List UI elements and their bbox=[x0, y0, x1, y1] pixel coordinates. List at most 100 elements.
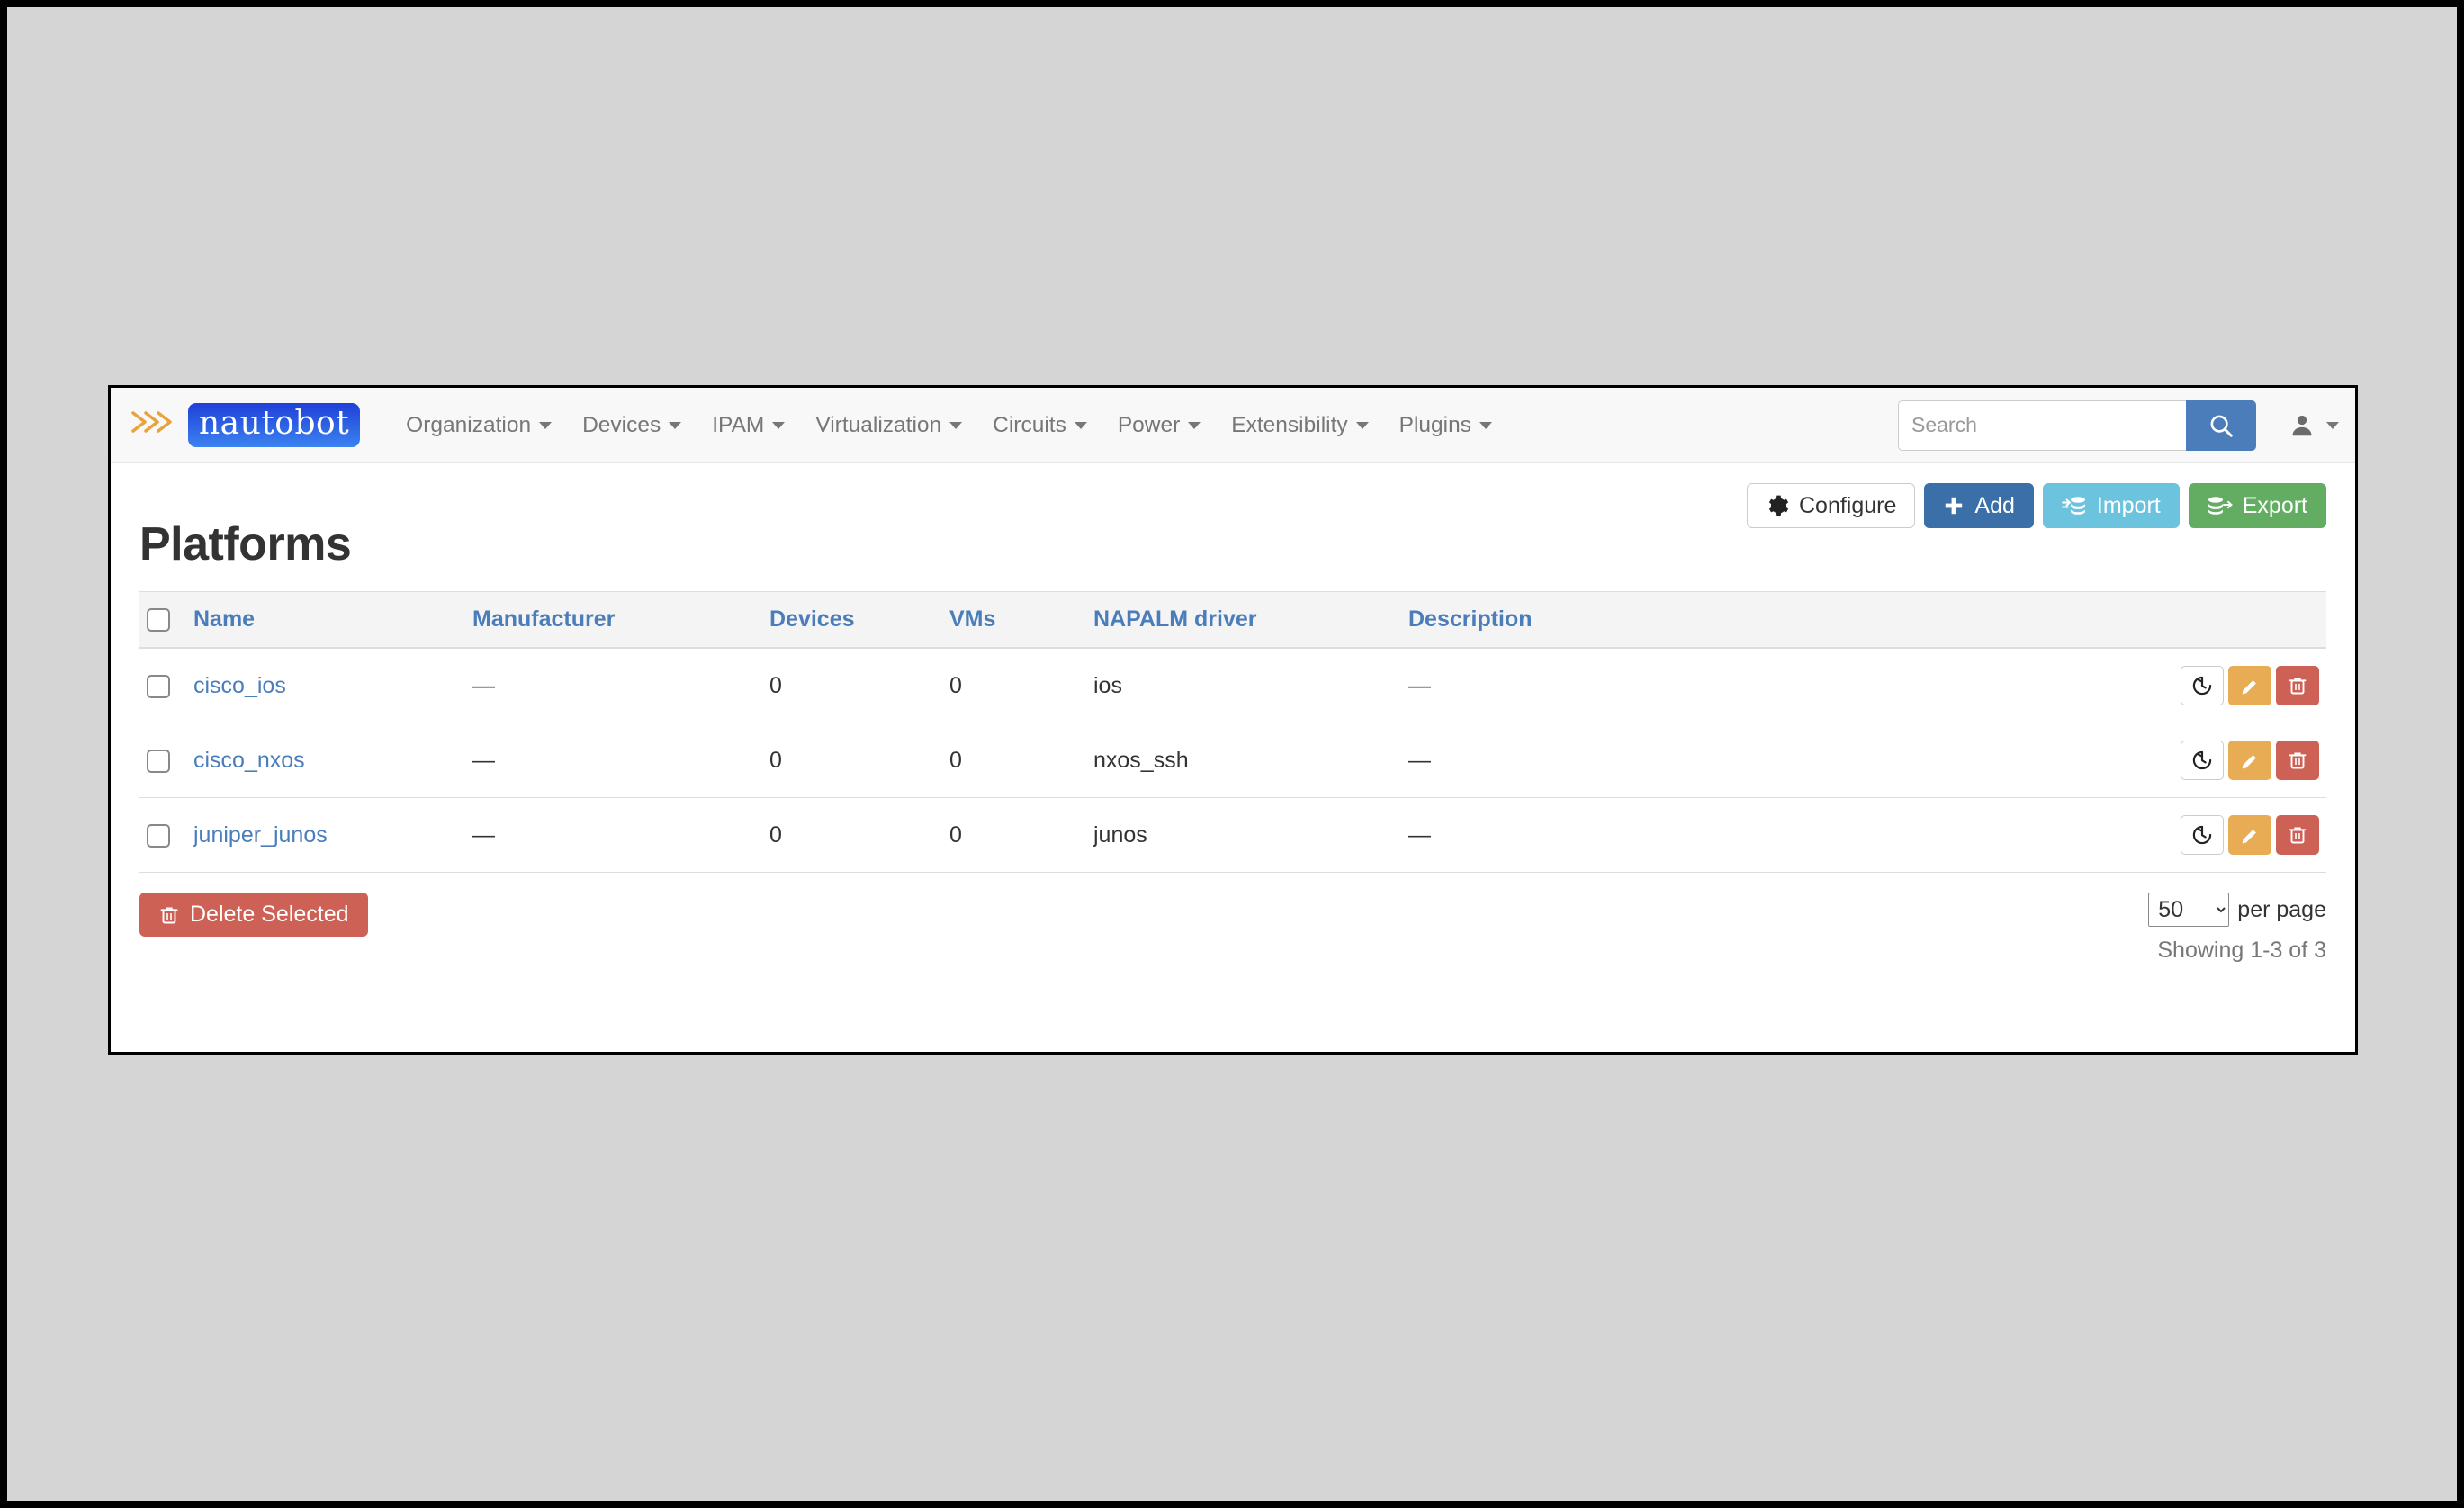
cell-manufacturer: — bbox=[465, 648, 762, 723]
cell-actions bbox=[1941, 797, 2326, 873]
global-search bbox=[1898, 399, 2256, 451]
platform-link[interactable]: cisco_nxos bbox=[193, 748, 305, 773]
cell-napalm-driver: junos bbox=[1086, 797, 1401, 873]
cell-name: cisco_nxos bbox=[186, 723, 465, 798]
nav-item-circuits[interactable]: Circuits bbox=[977, 404, 1102, 447]
chevron-down-icon bbox=[772, 421, 786, 429]
row-action-group bbox=[1948, 666, 2319, 705]
nav-item-label: Organization bbox=[406, 412, 532, 437]
database-export-icon bbox=[2208, 497, 2233, 515]
page-content: Configure Add Import Export Platforms Na… bbox=[111, 463, 2355, 964]
cell-name: juniper_junos bbox=[186, 797, 465, 873]
navbar-right bbox=[1898, 399, 2355, 451]
import-button[interactable]: Import bbox=[2042, 483, 2180, 528]
column-header-manufacturer[interactable]: Manufacturer bbox=[465, 591, 762, 649]
per-page-row: 25501002505001000 per page bbox=[2148, 893, 2326, 927]
edit-button[interactable] bbox=[2228, 741, 2271, 780]
row-checkbox[interactable] bbox=[147, 749, 170, 773]
chevron-down-icon bbox=[1479, 421, 1492, 429]
nav-item-power[interactable]: Power bbox=[1102, 404, 1216, 447]
history-button[interactable] bbox=[2181, 741, 2224, 780]
history-button[interactable] bbox=[2181, 666, 2224, 705]
row-select-cell bbox=[139, 797, 186, 873]
brand-name: nautobot bbox=[188, 403, 361, 447]
platform-link[interactable]: cisco_ios bbox=[193, 673, 286, 698]
column-header-description[interactable]: Description bbox=[1401, 591, 1941, 649]
cell-name: cisco_ios bbox=[186, 648, 465, 723]
trash-icon bbox=[2289, 827, 2307, 844]
pencil-icon bbox=[2242, 830, 2256, 844]
cell-devices: 0 bbox=[762, 797, 942, 873]
history-button[interactable] bbox=[2181, 815, 2224, 855]
cell-manufacturer: — bbox=[465, 723, 762, 798]
history-icon bbox=[2192, 825, 2212, 845]
column-header-actions bbox=[1941, 591, 2326, 649]
row-select-cell bbox=[139, 648, 186, 723]
row-select-cell bbox=[139, 723, 186, 798]
user-menu[interactable] bbox=[2289, 412, 2339, 439]
nav-item-virtualization[interactable]: Virtualization bbox=[800, 404, 977, 447]
table-header-row: Name Manufacturer Devices VMs NAPALM dri… bbox=[139, 591, 2326, 649]
delete-selected-label: Delete Selected bbox=[190, 902, 349, 927]
cell-description: — bbox=[1401, 797, 1941, 873]
row-checkbox[interactable] bbox=[147, 674, 170, 698]
chevron-down-icon bbox=[949, 421, 963, 429]
select-all-checkbox[interactable] bbox=[147, 608, 170, 633]
row-action-group bbox=[1948, 815, 2319, 855]
trash-icon bbox=[2289, 752, 2307, 769]
edit-button[interactable] bbox=[2228, 666, 2271, 705]
cell-description: — bbox=[1401, 723, 1941, 798]
history-icon bbox=[2192, 676, 2212, 696]
per-page-select[interactable]: 25501002505001000 bbox=[2148, 893, 2230, 927]
navbar-menu: Organization Devices IPAM Virtualization… bbox=[391, 404, 1898, 447]
delete-button[interactable] bbox=[2276, 666, 2319, 705]
browser-window: nautobot Organization Devices IPAM Virtu… bbox=[108, 385, 2358, 1055]
cell-vms: 0 bbox=[942, 723, 1086, 798]
cell-vms: 0 bbox=[942, 648, 1086, 723]
export-button[interactable]: Export bbox=[2188, 483, 2326, 528]
trash-icon bbox=[160, 906, 178, 923]
history-icon bbox=[2192, 750, 2212, 770]
nav-item-label: IPAM bbox=[712, 412, 765, 437]
search-input[interactable] bbox=[1898, 399, 2186, 451]
nav-item-organization[interactable]: Organization bbox=[391, 404, 567, 447]
table-body: cisco_ios — 0 0 ios — cisco_nxos — 0 0 n… bbox=[139, 648, 2326, 873]
chevron-down-icon bbox=[669, 421, 682, 429]
nav-item-label: Circuits bbox=[993, 412, 1066, 437]
cell-description: — bbox=[1401, 648, 1941, 723]
nav-item-label: Plugins bbox=[1398, 412, 1471, 437]
per-page-label: per page bbox=[2237, 896, 2326, 922]
cell-devices: 0 bbox=[762, 723, 942, 798]
platform-link[interactable]: juniper_junos bbox=[193, 822, 328, 848]
brand-logo[interactable]: nautobot bbox=[130, 403, 361, 447]
configure-button-label: Configure bbox=[1798, 492, 1897, 518]
platforms-table: Name Manufacturer Devices VMs NAPALM dri… bbox=[139, 591, 2326, 873]
row-checkbox[interactable] bbox=[147, 823, 170, 848]
cell-actions bbox=[1941, 723, 2326, 798]
nav-item-devices[interactable]: Devices bbox=[567, 404, 697, 447]
nav-item-label: Virtualization bbox=[815, 412, 942, 437]
cell-actions bbox=[1941, 648, 2326, 723]
delete-button[interactable] bbox=[2276, 741, 2319, 780]
cell-napalm-driver: nxos_ssh bbox=[1086, 723, 1401, 798]
nav-item-label: Devices bbox=[582, 412, 661, 437]
column-header-devices[interactable]: Devices bbox=[762, 591, 942, 649]
add-button-label: Add bbox=[1974, 492, 2015, 518]
search-button[interactable] bbox=[2186, 399, 2256, 451]
add-button[interactable]: Add bbox=[1924, 483, 2034, 528]
gear-icon bbox=[1768, 495, 1789, 516]
column-header-name[interactable]: Name bbox=[186, 591, 465, 649]
delete-selected-button[interactable]: Delete Selected bbox=[139, 893, 368, 937]
configure-button[interactable]: Configure bbox=[1746, 483, 1916, 528]
pagination-controls: 25501002505001000 per page Showing 1-3 o… bbox=[2148, 893, 2326, 964]
column-header-vms[interactable]: VMs bbox=[942, 591, 1086, 649]
cell-devices: 0 bbox=[762, 648, 942, 723]
nav-item-ipam[interactable]: IPAM bbox=[697, 404, 800, 447]
delete-button[interactable] bbox=[2276, 815, 2319, 855]
nav-item-extensibility[interactable]: Extensibility bbox=[1216, 404, 1383, 447]
edit-button[interactable] bbox=[2228, 815, 2271, 855]
nav-item-plugins[interactable]: Plugins bbox=[1384, 404, 1507, 447]
table-footer: Delete Selected 25501002505001000 per pa… bbox=[139, 873, 2326, 964]
column-header-napalm-driver[interactable]: NAPALM driver bbox=[1086, 591, 1401, 649]
table-row: cisco_nxos — 0 0 nxos_ssh — bbox=[139, 723, 2326, 798]
